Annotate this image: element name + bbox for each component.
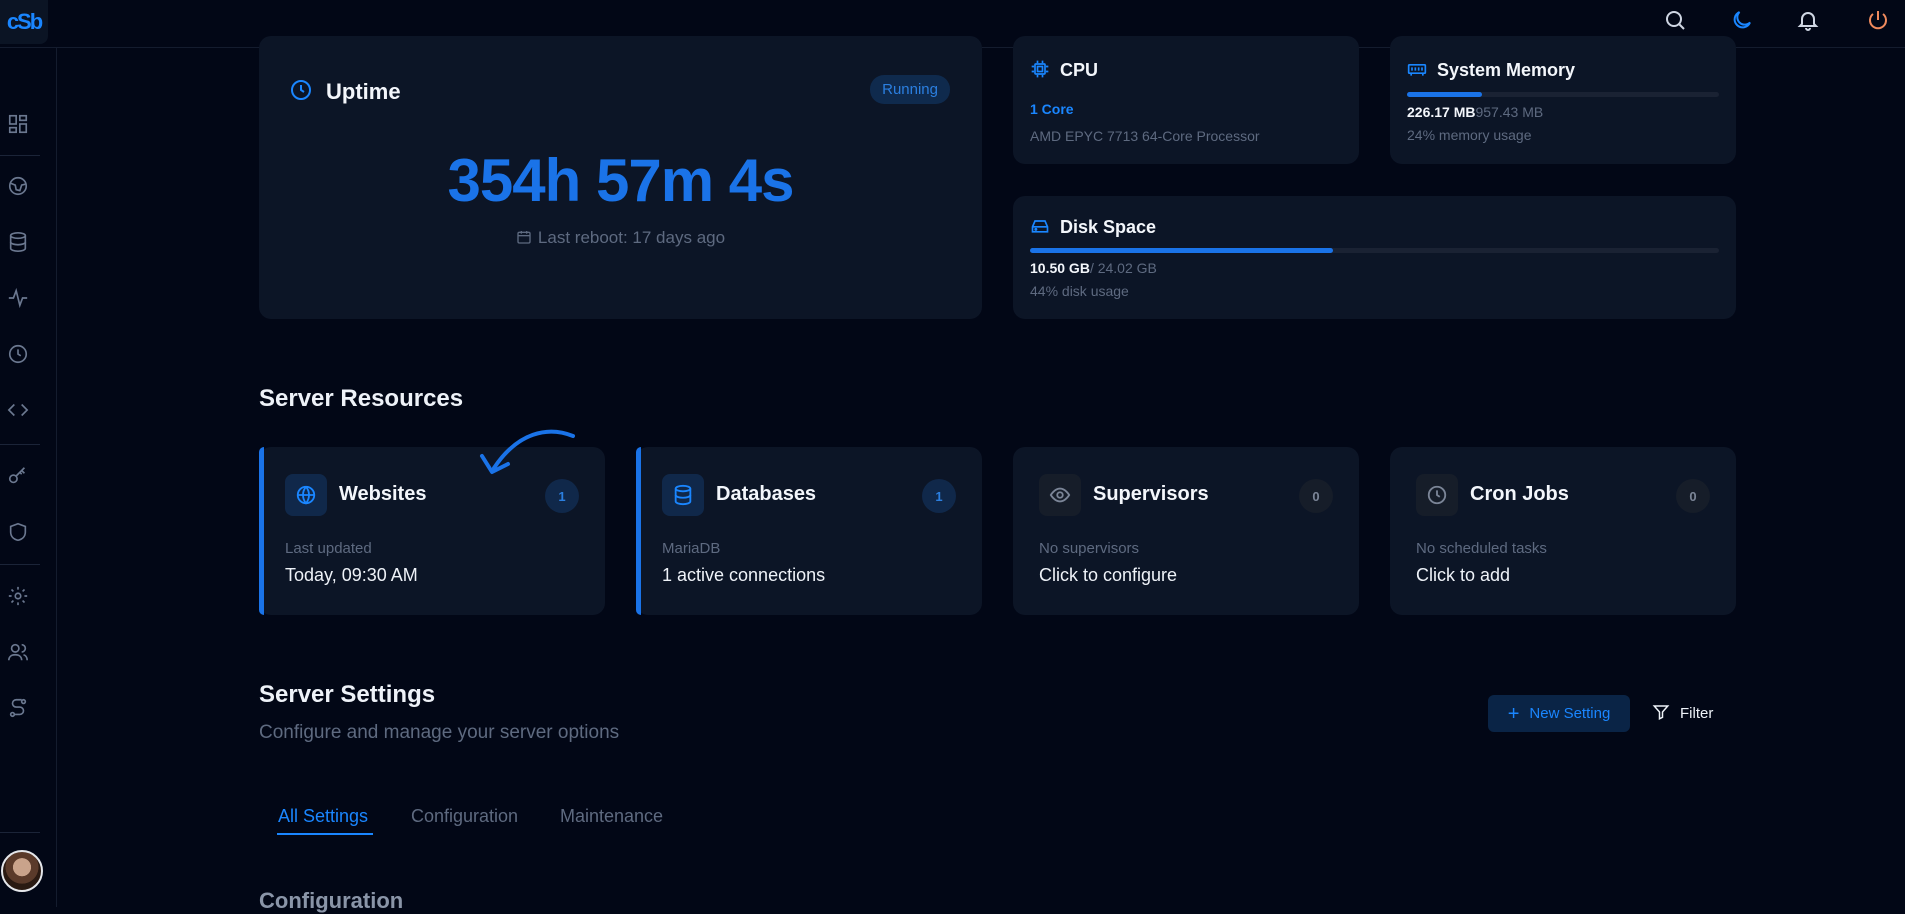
cpu-title: CPU xyxy=(1060,60,1099,80)
new-setting-button[interactable]: + New Setting xyxy=(1488,695,1630,732)
users-icon[interactable] xyxy=(4,638,32,666)
disk-card: Disk Space 10.50 GB/ 24.02 GB 44% disk u… xyxy=(1013,196,1736,319)
section-title-settings: Server Settings xyxy=(259,681,436,708)
memory-title: System Memory xyxy=(1437,60,1576,80)
avatar[interactable] xyxy=(1,850,43,892)
cpu-card: CPU 1 Core AMD EPYC 7713 64-Core Process… xyxy=(1013,36,1359,164)
clock-icon[interactable] xyxy=(4,340,32,368)
tab-underline xyxy=(277,833,373,835)
resource-card-cron-jobs[interactable]: Cron Jobs 0 No scheduled tasks Click to … xyxy=(1390,447,1736,615)
resource-card-databases[interactable]: Databases 1 MariaDB 1 active connections xyxy=(636,447,982,615)
uptime-value: 354h 57m 4s xyxy=(447,147,795,214)
last-reboot: Last reboot: 17 days ago xyxy=(259,228,982,250)
filter-icon xyxy=(1652,703,1670,725)
eye-icon xyxy=(1039,474,1081,516)
resource-title: Cron Jobs xyxy=(1470,483,1569,505)
disk-title: Disk Space xyxy=(1060,217,1157,237)
hard-drive-icon xyxy=(1030,216,1050,241)
app-logo[interactable]: cSb xyxy=(0,0,48,44)
clock-icon xyxy=(289,78,313,107)
resource-title: Supervisors xyxy=(1093,483,1209,505)
calendar-icon xyxy=(516,229,532,250)
count-badge: 1 xyxy=(922,479,956,513)
count-badge: 0 xyxy=(1676,479,1710,513)
section-heading-configuration: Configuration xyxy=(259,888,404,913)
resource-value: Click to add xyxy=(1416,565,1511,585)
disk-total: / 24.02 GB xyxy=(1089,260,1157,276)
route-icon[interactable] xyxy=(4,694,32,722)
resource-subtitle: Last updated xyxy=(285,540,372,557)
card-accent xyxy=(636,447,641,615)
arrow-icon xyxy=(480,429,575,474)
count-badge: 1 xyxy=(545,479,579,513)
disk-bar-fill xyxy=(1030,248,1334,253)
resource-subtitle: No supervisors xyxy=(1039,540,1140,557)
code-icon[interactable] xyxy=(4,396,32,424)
power-icon[interactable] xyxy=(1864,6,1892,34)
tab-configuration[interactable]: Configuration xyxy=(411,806,518,827)
resource-title: Databases xyxy=(716,483,817,505)
memory-total: 957.43 MB xyxy=(1475,104,1544,120)
moon-icon[interactable] xyxy=(1728,6,1756,34)
memory-used: 226.17 MB xyxy=(1407,104,1476,120)
cpu-icon xyxy=(1030,59,1050,84)
globe-icon xyxy=(285,474,327,516)
uptime-title: Uptime xyxy=(326,79,401,104)
bell-icon[interactable] xyxy=(1794,6,1822,34)
settings-subtitle: Configure and manage your server options xyxy=(259,722,620,743)
disk-used: 10.50 GB xyxy=(1030,260,1090,276)
memory-bar-fill xyxy=(1407,92,1482,97)
logo-text: cSb xyxy=(6,9,43,34)
cpu-cores: 1 Core xyxy=(1030,101,1074,117)
key-icon[interactable] xyxy=(4,462,32,490)
memory-amount: 226.17 MB957.43 MB xyxy=(1407,104,1543,120)
resource-subtitle: MariaDB xyxy=(662,540,721,557)
plus-icon: + xyxy=(1507,702,1520,725)
sidebar-divider xyxy=(0,832,40,833)
tab-all-settings[interactable]: All Settings xyxy=(278,806,368,827)
filter-label: Filter xyxy=(1680,705,1714,722)
resource-subtitle: No scheduled tasks xyxy=(1416,540,1547,557)
status-badge: Running xyxy=(870,75,950,104)
sidebar-divider xyxy=(0,444,40,445)
section-title-resources: Server Resources xyxy=(259,385,464,412)
sidebar xyxy=(0,48,57,907)
last-reboot-text: Last reboot: 17 days ago xyxy=(537,228,726,247)
resource-value: Click to configure xyxy=(1039,565,1178,585)
database-icon xyxy=(662,474,704,516)
uptime-card: Uptime Running 354h 57m 4s Last reboot: … xyxy=(259,36,982,319)
memory-usage-text: 24% memory usage xyxy=(1407,127,1532,143)
disk-amount: 10.50 GB/ 24.02 GB xyxy=(1030,260,1157,276)
settings-icon[interactable] xyxy=(4,582,32,610)
database-icon[interactable] xyxy=(4,228,32,256)
resource-value: 1 active connections xyxy=(662,565,826,585)
disk-usage-text: 44% disk usage xyxy=(1030,283,1129,299)
cpu-model: AMD EPYC 7713 64-Core Processor xyxy=(1030,128,1260,144)
sidebar-divider xyxy=(0,564,40,565)
search-icon[interactable] xyxy=(1661,6,1689,34)
tab-maintenance[interactable]: Maintenance xyxy=(560,806,663,827)
count-badge: 0 xyxy=(1299,479,1333,513)
filter-button[interactable]: Filter xyxy=(1652,695,1713,732)
resource-value: Today, 09:30 AM xyxy=(285,565,418,585)
resource-title: Websites xyxy=(339,483,427,505)
clock-icon xyxy=(1416,474,1458,516)
sidebar-divider xyxy=(0,155,40,156)
memory-icon xyxy=(1407,59,1427,84)
memory-card: System Memory 226.17 MB957.43 MB 24% mem… xyxy=(1390,36,1736,164)
shield-icon[interactable] xyxy=(4,518,32,546)
globe-icon[interactable] xyxy=(4,172,32,200)
card-accent xyxy=(259,447,264,615)
dashboard-icon[interactable] xyxy=(4,110,32,138)
activity-icon[interactable] xyxy=(4,284,32,312)
new-setting-label: New Setting xyxy=(1529,705,1611,722)
resource-card-supervisors[interactable]: Supervisors 0 No supervisors Click to co… xyxy=(1013,447,1359,615)
